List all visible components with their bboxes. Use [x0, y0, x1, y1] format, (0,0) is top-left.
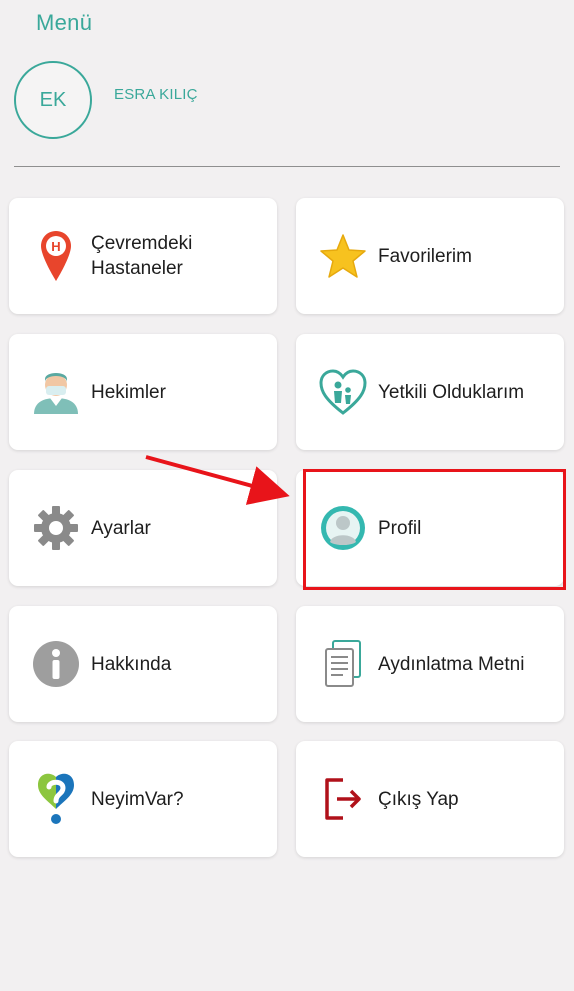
- menu-item-label: Favorilerim: [378, 245, 472, 267]
- profile-icon: [318, 498, 368, 558]
- menu-item-disclosure-text[interactable]: Aydınlatma Metni: [296, 606, 564, 722]
- menu-item-logout[interactable]: Çıkış Yap: [296, 741, 564, 857]
- doctor-icon: [31, 362, 81, 422]
- menu-item-authorized[interactable]: Yetkili Olduklarım: [296, 334, 564, 450]
- menu-item-settings[interactable]: Ayarlar: [9, 470, 277, 586]
- divider: [14, 166, 560, 167]
- gear-icon: [31, 498, 81, 558]
- avatar[interactable]: EK: [14, 61, 92, 139]
- svg-text:H: H: [51, 239, 60, 254]
- menu-item-label: Ayarlar: [91, 517, 151, 539]
- menu-item-label: Profil: [378, 517, 422, 539]
- hospital-pin-icon: H: [31, 226, 81, 286]
- menu-item-label: Yetkili Olduklarım: [378, 381, 525, 403]
- avatar-initials: EK: [39, 88, 67, 111]
- menu-item-profile[interactable]: Profil: [296, 470, 564, 586]
- menu-item-label: Hekimler: [91, 381, 166, 403]
- menu-title: Menü: [36, 10, 93, 35]
- family-heart-icon: [318, 362, 368, 422]
- question-heart-icon: [31, 769, 81, 829]
- menu-item-label: Çevremdeki Hastaneler: [91, 233, 193, 279]
- menu-item-label: Hakkında: [91, 653, 172, 675]
- menu-item-favorites[interactable]: Favorilerim: [296, 198, 564, 314]
- menu-item-label: Aydınlatma Metni: [378, 653, 525, 675]
- menu-item-nearby-hospitals[interactable]: H Çevremdeki Hastaneler: [9, 198, 277, 314]
- user-name: ESRA KILIÇ: [114, 86, 198, 103]
- menu-item-about[interactable]: Hakkında: [9, 606, 277, 722]
- menu-item-label: Çıkış Yap: [378, 788, 459, 810]
- info-icon: [31, 634, 81, 694]
- document-icon: [318, 634, 368, 694]
- star-icon: [318, 226, 368, 286]
- logout-icon: [318, 769, 368, 829]
- menu-item-neyimvar[interactable]: NeyimVar?: [9, 741, 277, 857]
- menu-item-label: NeyimVar?: [91, 788, 184, 810]
- menu-item-doctors[interactable]: Hekimler: [9, 334, 277, 450]
